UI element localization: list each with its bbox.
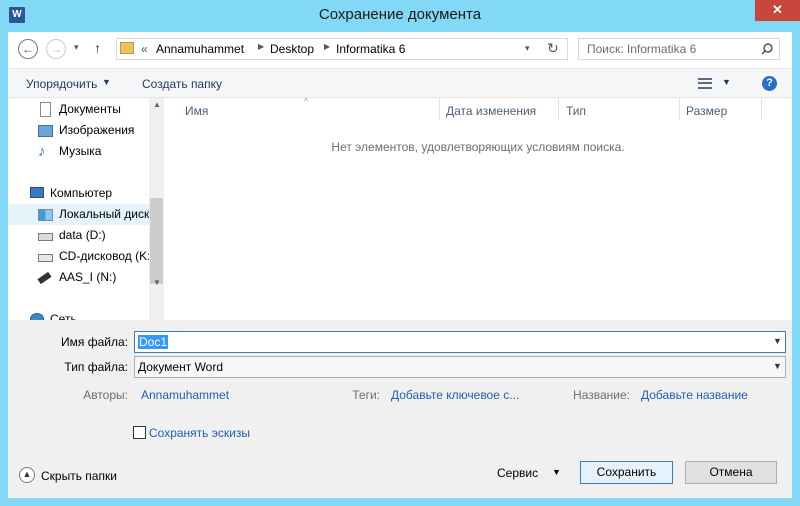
column-divider[interactable]: [439, 98, 440, 120]
breadcrumb-item[interactable]: Annamuhammet: [156, 42, 244, 56]
column-date-modified[interactable]: Дата изменения: [446, 104, 536, 118]
drive-icon: [38, 233, 53, 241]
authors-field[interactable]: Annamuhammet: [141, 388, 229, 402]
sidebar-item-usb-drive[interactable]: AAS_I (N:): [8, 267, 149, 288]
address-bar[interactable]: « Annamuhammet ▶ Desktop ▶ Informatika 6…: [116, 38, 568, 60]
breadcrumb-separator-icon[interactable]: ▶: [258, 42, 264, 51]
network-icon: [30, 313, 44, 320]
navigation-scrollbar[interactable]: ▲ ▼: [149, 98, 164, 320]
sidebar-item-documents[interactable]: Документы: [8, 99, 149, 120]
breadcrumb-overflow[interactable]: «: [141, 42, 148, 56]
column-size[interactable]: Размер: [686, 104, 727, 118]
tags-field[interactable]: Добавьте ключевое с...: [391, 388, 519, 402]
filetype-label: Тип файла:: [64, 360, 128, 374]
tools-dropdown-icon[interactable]: ▼: [552, 467, 561, 477]
empty-list-message: Нет элементов, удовлетворяющих условиям …: [331, 140, 625, 154]
save-thumbnail-label[interactable]: Сохранять эскизы: [149, 426, 250, 440]
sidebar-item-cd-drive[interactable]: CD-дисковод (K:: [8, 246, 149, 267]
scroll-up-icon[interactable]: ▲: [153, 100, 161, 109]
filename-value: Doc1: [138, 335, 169, 349]
local-disk-icon: [38, 209, 53, 221]
music-icon: ♪: [38, 143, 46, 160]
search-placeholder: Поиск: Informatika 6: [587, 42, 697, 56]
collapse-icon[interactable]: ▲: [19, 467, 35, 483]
save-button[interactable]: Сохранить: [580, 461, 673, 484]
scrollbar-thumb[interactable]: [150, 198, 163, 284]
sidebar-item-network[interactable]: Сеть: [8, 309, 149, 320]
sort-ascending-icon: ^: [304, 97, 308, 106]
sidebar-item-music[interactable]: ♪ Музыка: [8, 141, 149, 162]
column-divider[interactable]: [761, 98, 762, 120]
breadcrumb-separator-icon[interactable]: ▶: [324, 42, 330, 51]
back-button[interactable]: ←: [18, 39, 38, 59]
title-field[interactable]: Добавьте название: [641, 388, 748, 402]
save-thumbnail-checkbox[interactable]: [133, 426, 146, 439]
title-label: Название:: [573, 388, 630, 402]
recent-dropdown-icon[interactable]: ▾: [74, 42, 84, 56]
tools-button[interactable]: Сервис: [497, 466, 538, 480]
close-button[interactable]: ✕: [755, 0, 800, 21]
window-title: Сохранение документа: [318, 6, 482, 23]
title-bar: W Сохранение документа ✕: [0, 0, 800, 32]
search-input[interactable]: Поиск: Informatika 6: [578, 38, 780, 60]
breadcrumb-item[interactable]: Desktop: [270, 42, 314, 56]
column-header-row: ^ Имя Дата изменения Тип Размер: [164, 97, 792, 122]
address-dropdown-icon[interactable]: ▾: [525, 43, 530, 54]
save-dialog-window: W Сохранение документа ✕ ← → ▾ ↑ « Annam…: [0, 0, 800, 506]
documents-icon: [40, 102, 51, 117]
pictures-icon: [38, 125, 53, 137]
breadcrumb-item[interactable]: Informatika 6: [336, 42, 405, 56]
column-name[interactable]: Имя: [185, 104, 208, 118]
authors-label: Авторы:: [83, 388, 128, 402]
sidebar-item-data-drive[interactable]: data (D:): [8, 225, 149, 246]
forward-button[interactable]: →: [46, 39, 66, 59]
organize-button[interactable]: Упорядочить: [26, 77, 97, 91]
cancel-button[interactable]: Отмена: [685, 461, 777, 484]
organize-dropdown-icon[interactable]: ▼: [102, 77, 111, 87]
hide-folders-button[interactable]: Скрыть папки: [41, 469, 117, 483]
column-divider[interactable]: [558, 98, 559, 120]
command-toolbar: Упорядочить ▼ Создать папку ▼ ?: [8, 68, 792, 98]
sidebar-item-local-disk[interactable]: Локальный диск: [8, 204, 149, 225]
filename-input[interactable]: Doc1 ▼: [134, 331, 786, 353]
filename-label: Имя файла:: [61, 335, 128, 349]
folder-icon: [120, 42, 134, 54]
filetype-value: Документ Word: [138, 360, 224, 374]
help-icon[interactable]: ?: [762, 76, 777, 91]
column-type[interactable]: Тип: [566, 104, 586, 118]
refresh-icon[interactable]: ↻: [547, 40, 559, 57]
new-folder-button[interactable]: Создать папку: [142, 77, 222, 91]
scroll-down-icon[interactable]: ▼: [153, 278, 161, 287]
view-dropdown-icon[interactable]: ▼: [722, 77, 731, 87]
sidebar-item-computer[interactable]: Компьютер: [8, 183, 149, 204]
tags-label: Теги:: [352, 388, 380, 402]
computer-icon: [30, 187, 44, 198]
cd-drive-icon: [38, 254, 53, 262]
navigation-pane: Документы Изображения ♪ Музыка Компьютер…: [8, 98, 149, 320]
view-options-icon[interactable]: [698, 78, 712, 89]
sidebar-item-pictures[interactable]: Изображения: [8, 120, 149, 141]
up-button[interactable]: ↑: [94, 40, 101, 56]
filename-dropdown-icon[interactable]: ▼: [773, 336, 782, 346]
file-list[interactable]: ^ Имя Дата изменения Тип Размер Нет элем…: [164, 97, 792, 320]
usb-drive-icon: [37, 271, 52, 285]
search-icon[interactable]: [761, 43, 773, 55]
column-divider[interactable]: [679, 98, 680, 120]
filetype-dropdown-icon[interactable]: ▼: [773, 361, 782, 371]
filetype-select[interactable]: Документ Word ▼: [134, 356, 786, 378]
